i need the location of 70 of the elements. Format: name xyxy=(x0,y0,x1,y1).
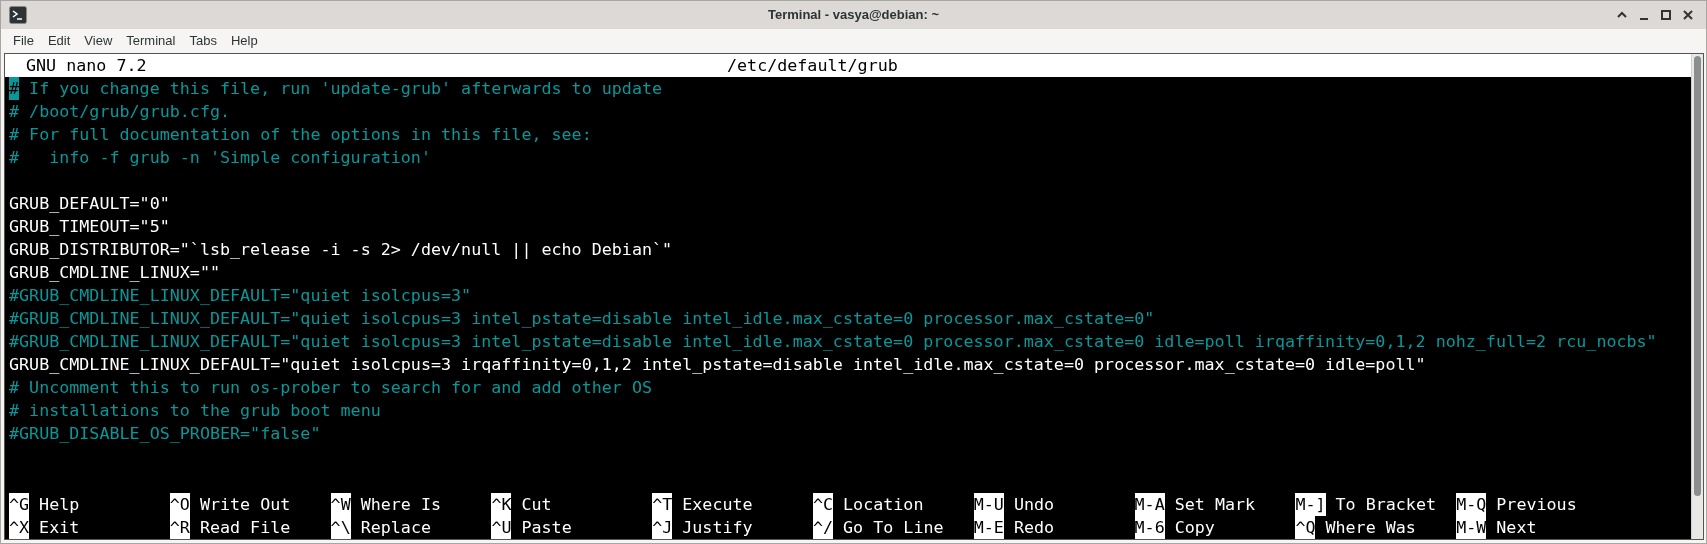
shortcut-label: To Bracket xyxy=(1335,493,1436,516)
shortcut-key: ^\ xyxy=(330,516,351,539)
menu-item[interactable]: Tabs xyxy=(182,31,224,51)
shortcut-key: ^O xyxy=(169,493,190,516)
shortcut-label: Next xyxy=(1496,516,1537,539)
shortcut-key: ^W xyxy=(330,493,351,516)
code-line: GRUB_TIMEOUT="5" xyxy=(9,216,170,236)
code-line: GRUB_DEFAULT="0" xyxy=(9,193,170,213)
nano-version: GNU nano 7.2 xyxy=(26,54,148,77)
shortcut-label: Where Was xyxy=(1325,516,1416,539)
shortcut-label: Replace xyxy=(360,516,431,539)
comment-line: # Uncomment this to run os-prober to search for and add other OS xyxy=(9,377,652,397)
shortcut-label: Undo xyxy=(1013,493,1055,516)
shortcut-label: Location xyxy=(843,493,924,516)
code-line: GRUB_DISTRIBUTOR="`lsb_release -i -s 2> /dev/null || echo Debian`" xyxy=(9,239,673,259)
shortcut-key: ^X xyxy=(9,516,30,539)
shortcut-label: Justify xyxy=(682,516,753,539)
close-icon[interactable] xyxy=(1682,9,1694,21)
shortcut-key: ^G xyxy=(9,493,30,516)
menu-item[interactable]: Edit xyxy=(40,31,78,51)
comment-line: If you change this file, run 'update-grub' afterwards to update xyxy=(28,78,663,98)
scrollbar-thumb[interactable] xyxy=(1694,56,1701,496)
shortcut-key: ^J xyxy=(652,516,673,539)
comment-line: #GRUB_DISABLE_OS_PROBER="false" xyxy=(9,423,321,443)
shortcut-label: Cut xyxy=(521,493,552,516)
shortcut-label: Read File xyxy=(199,516,291,539)
shortcut-key: ^T xyxy=(652,493,673,516)
shortcut-label: Execute xyxy=(682,493,753,516)
comment-line: # /boot/grub/grub.cfg. xyxy=(9,101,231,121)
shortcut-key: M-A xyxy=(1134,493,1165,516)
file-name: /etc/default/grub xyxy=(727,54,898,77)
terminal-icon xyxy=(9,6,27,24)
window-title: Terminal - vasya@debian: ~ xyxy=(768,6,939,25)
shortcut-label: Redo xyxy=(1013,516,1055,539)
menu-item[interactable]: Terminal xyxy=(119,31,183,51)
shortcut-key: ^U xyxy=(491,516,512,539)
shortcut-key: M-U xyxy=(973,493,1004,516)
shortcut-key: ^Q xyxy=(1295,516,1316,539)
shortcut-label: Write Out xyxy=(199,493,291,516)
code-line: GRUB_CMDLINE_LINUX="" xyxy=(9,262,220,282)
text-cursor: # xyxy=(9,77,20,100)
shortcut-key: ^K xyxy=(491,493,512,516)
shortcut-label: Previous xyxy=(1496,493,1577,516)
code-line: GRUB_CMDLINE_LINUX_DEFAULT="quiet isolcpus=3 irqaffinity=0,1,2 intel_pstate=disable intel_idle.max_cstate=0 processor.max_cstate=0 idle=poll" xyxy=(9,354,1426,374)
shortcut-key: M-Q xyxy=(1456,493,1487,516)
comment-line: #GRUB_CMDLINE_LINUX_DEFAULT="quiet isolcpus=3 intel_pstate=disable intel_idle.max_cstate=0 processor.max_cstate=0" xyxy=(9,308,1155,328)
shortcut-key: ^C xyxy=(813,493,834,516)
comment-line: # installations to the grub boot menu xyxy=(9,400,381,420)
comment-line: # For full documentation of the options in this file, see: xyxy=(9,124,592,144)
shortcut-key: ^R xyxy=(169,516,190,539)
comment-line: #GRUB_CMDLINE_LINUX_DEFAULT="quiet isolcpus=3" xyxy=(9,285,472,305)
shortcut-label: Paste xyxy=(521,516,572,539)
shortcut-label: Help xyxy=(39,493,80,516)
maximize-icon[interactable] xyxy=(1660,9,1672,21)
shortcut-key: M-W xyxy=(1456,516,1487,539)
shortcut-label: Go To Line xyxy=(843,516,944,539)
shortcut-label: Where Is xyxy=(360,493,442,516)
shortcut-key: M-] xyxy=(1295,493,1326,516)
menu-item[interactable]: File xyxy=(6,31,41,51)
comment-line: # info -f grub -n 'Simple configuration' xyxy=(9,147,431,167)
comment-line: #GRUB_CMDLINE_LINUX_DEFAULT="quiet isolcpus=3 intel_pstate=disable intel_idle.max_cstate=0 processor.max_cstate=0 idle=poll irqaffinity=0,1,2 nohz_full=2 rcu_nocbs" xyxy=(9,331,1657,351)
shortcut-label: Copy xyxy=(1174,516,1215,539)
scrollbar[interactable] xyxy=(1691,54,1703,539)
shortcut-key: ^/ xyxy=(813,516,834,539)
shortcut-key: M-6 xyxy=(1134,516,1165,539)
shortcut-label: Exit xyxy=(39,516,80,539)
menu-item[interactable]: Help xyxy=(223,31,265,51)
shortcut-label: Set Mark xyxy=(1174,493,1256,516)
menu-item[interactable]: View xyxy=(77,31,120,51)
shortcut-key: M-E xyxy=(973,516,1004,539)
